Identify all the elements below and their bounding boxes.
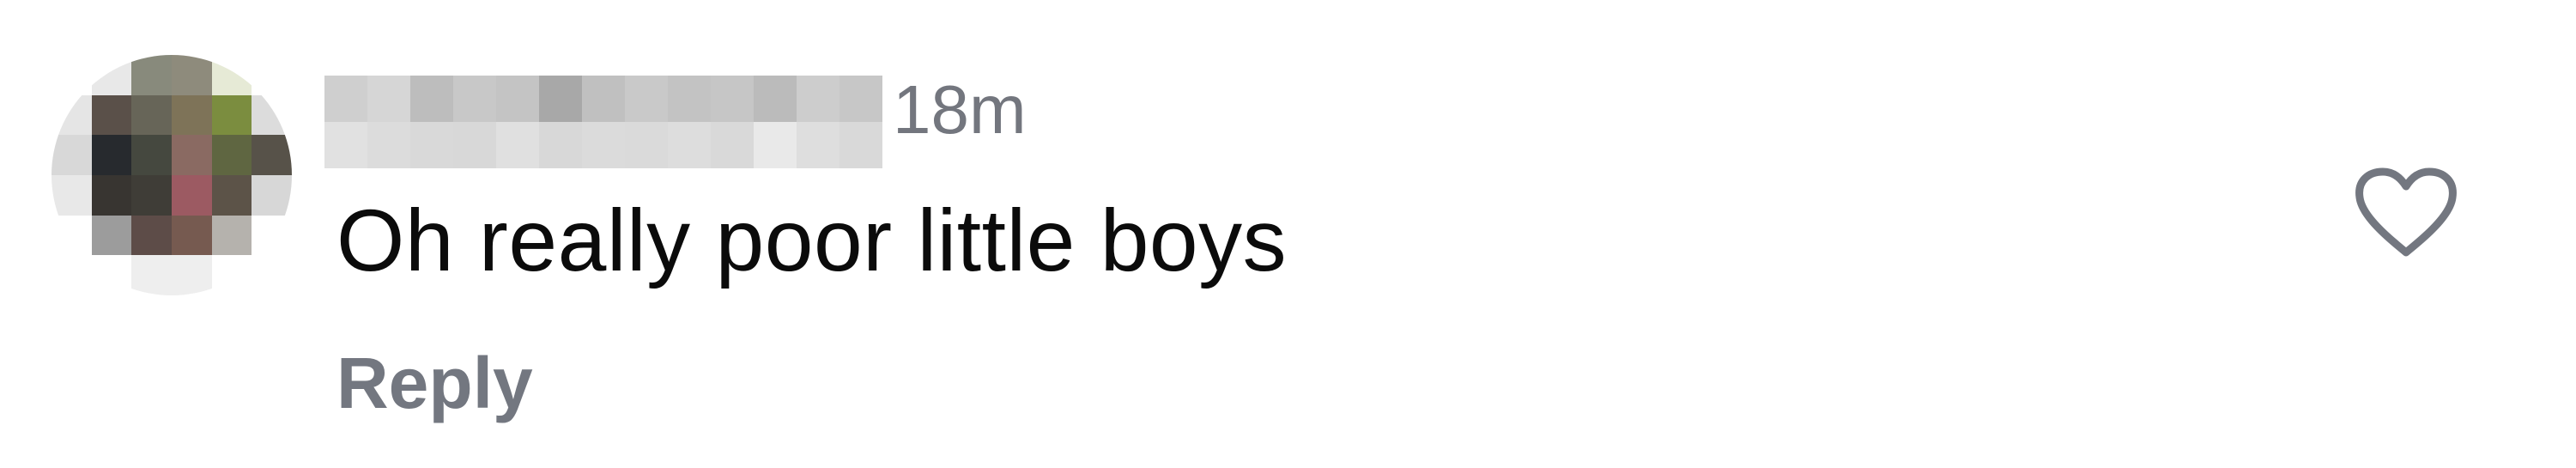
avatar[interactable] [52,55,292,295]
reply-button[interactable]: Reply [336,340,533,426]
username-redacted[interactable] [324,76,882,168]
comment-text: Oh really poor little boys [336,191,1288,289]
comment-timestamp: 18m [893,71,1027,148]
like-button[interactable] [2352,165,2460,259]
heart-outline-icon [2355,167,2457,257]
avatar-pixelated-image [52,55,292,295]
comment-item: 18m Oh really poor little boys Reply [0,0,2576,468]
